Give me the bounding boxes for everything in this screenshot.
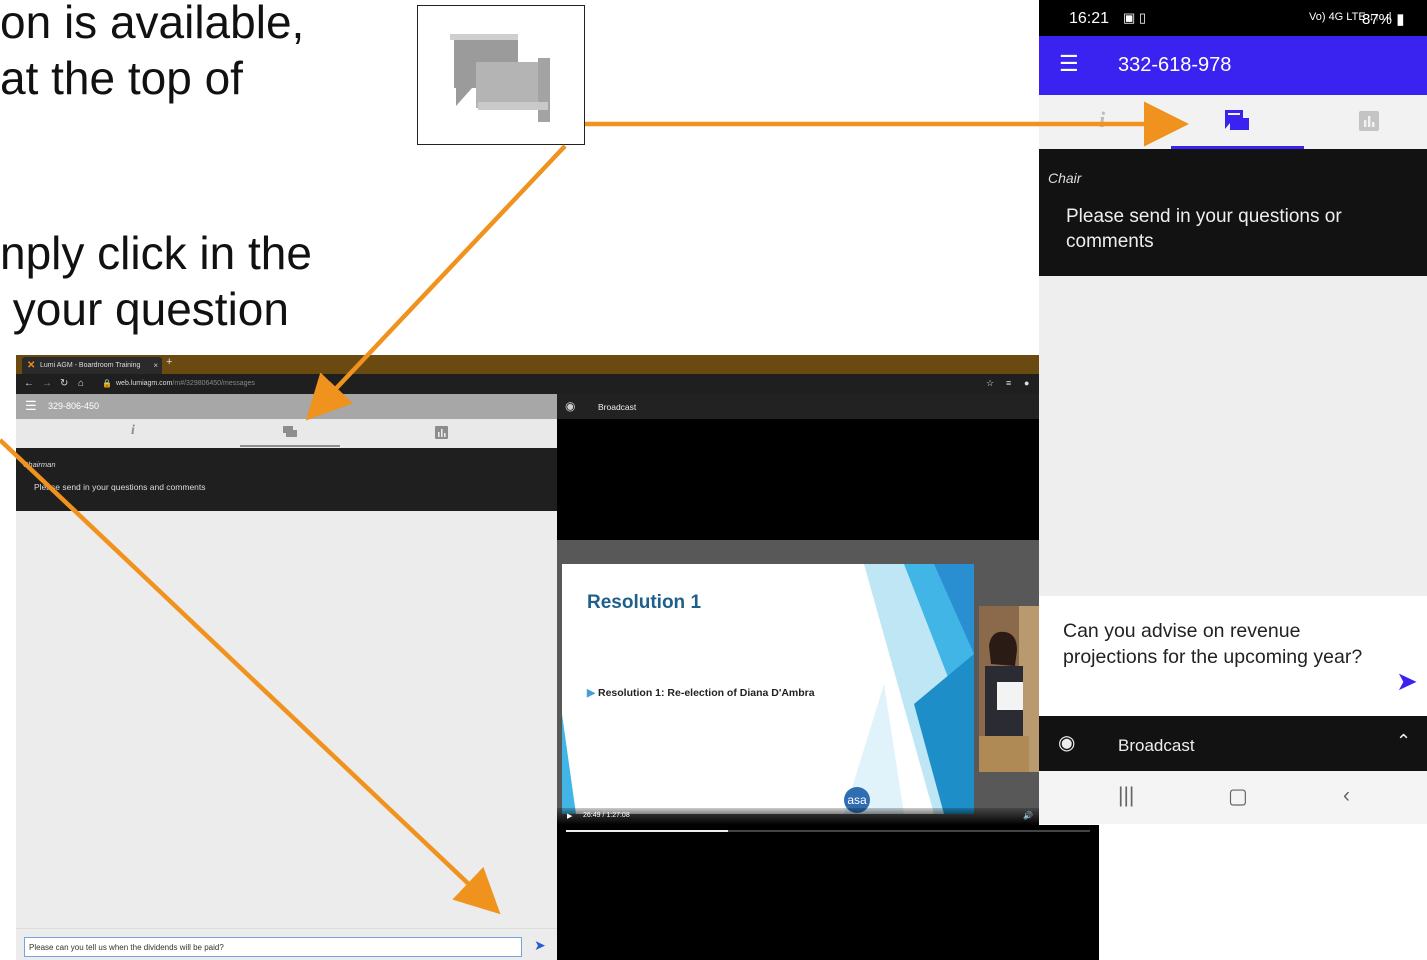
messaging-icon: [450, 34, 550, 122]
poll-chart-icon[interactable]: [435, 426, 448, 439]
battery-indicator: 87% ▮: [1362, 11, 1405, 28]
back-arrow-icon[interactable]: ←: [24, 377, 34, 391]
phone-app-bar: ☰ 332-618-978: [1039, 36, 1427, 95]
info-icon[interactable]: i: [1099, 107, 1105, 133]
video-time: 26:49 / 1:27:08: [583, 812, 630, 819]
meeting-id: 329-806-450: [48, 401, 100, 411]
video-progress-track[interactable]: [566, 830, 1090, 832]
forward-arrow-icon[interactable]: →: [42, 377, 52, 391]
instruction-line: at the top of: [0, 52, 243, 105]
instruction-text-top: on is available, at the top of: [0, 0, 304, 106]
video-progress-fill: [566, 830, 729, 832]
chair-message: Chairman Please send in your questions a…: [16, 448, 557, 511]
profile-avatar-icon[interactable]: ●: [1024, 378, 1029, 388]
recent-apps-icon[interactable]: |||: [1118, 784, 1134, 808]
speaker-figure: [979, 606, 1039, 772]
compose-bar: ➤: [16, 928, 557, 960]
chevron-up-icon[interactable]: ⌃: [1396, 731, 1411, 752]
android-nav-bar: ||| ▢ ‹: [1039, 771, 1427, 824]
messages-area: [16, 511, 557, 928]
home-button-icon[interactable]: ▢: [1228, 784, 1248, 809]
phone-tab-bar: i: [1039, 95, 1427, 149]
instruction-line: nply click in the: [0, 227, 312, 279]
send-arrow-icon[interactable]: ➤: [1396, 666, 1418, 697]
reading-list-icon[interactable]: ≡: [1006, 378, 1011, 388]
info-icon[interactable]: i: [131, 423, 135, 439]
instruction-line: on is available,: [0, 0, 305, 48]
message-text: Please send in your questions and commen…: [34, 482, 206, 492]
stage: on is available, at the top of nply clic…: [0, 0, 1427, 960]
url-field[interactable]: web.lumiagm.com/m#/329806450/messages: [116, 378, 255, 390]
slide-decoration-left: [562, 714, 576, 814]
video-controls: ▶ 26:49 / 1:27:08 🔊: [557, 808, 1039, 825]
compose-area: Can you advise on revenue projections fo…: [1039, 596, 1427, 716]
instruction-text-bottom: nply click in the your question: [0, 225, 312, 337]
browser-tab-bar: ✕ Lumi AGM - Boardroom Training × +: [16, 355, 1039, 374]
instruction-line: your question: [0, 283, 289, 336]
broadcast-icon: ◉: [1058, 732, 1076, 754]
broadcast-header[interactable]: ◉ Broadcast: [557, 394, 1039, 419]
status-time: 16:21: [1069, 10, 1110, 27]
message-sender: Chair: [1048, 170, 1082, 186]
browser-tab-title: Lumi AGM - Boardroom Training: [40, 362, 141, 369]
video-player[interactable]: Resolution 1 ▶ Resolution 1: Re-election…: [557, 540, 1039, 825]
meeting-id: 332-618-978: [1118, 54, 1232, 76]
messaging-icon[interactable]: [1225, 110, 1249, 132]
slide-decoration: [844, 564, 974, 814]
back-chevron-icon[interactable]: ‹: [1343, 784, 1350, 808]
zoomed-messaging-icon-callout: [417, 5, 585, 145]
presentation-slide: Resolution 1 ▶ Resolution 1: Re-election…: [562, 564, 974, 814]
phone-screenshot: 16:21 ▣ ▯ Vo) 4G LTE ↓↑ .ıl 87% ▮ ☰ 332-…: [1039, 0, 1427, 824]
slide-bullet: ▶ Resolution 1: Re-election of Diana D'A…: [587, 687, 815, 699]
messages-area: [1039, 276, 1427, 596]
lock-icon: 🔒: [102, 379, 112, 388]
battery-level: 87%: [1362, 11, 1393, 28]
broadcast-label: Broadcast: [598, 402, 637, 412]
reload-icon[interactable]: ↻: [60, 377, 68, 391]
bullet-arrow-icon: ▶: [587, 687, 598, 699]
url-path: /m#/329806450/messages: [172, 380, 255, 387]
message-sender: Chairman: [23, 460, 56, 469]
home-icon[interactable]: ⌂: [78, 377, 84, 391]
status-bar: 16:21 ▣ ▯ Vo) 4G LTE ↓↑ .ıl 87% ▮: [1039, 0, 1427, 36]
hamburger-menu-icon[interactable]: ☰: [1059, 51, 1079, 77]
send-arrow-icon[interactable]: ➤: [534, 937, 546, 954]
question-input[interactable]: Can you advise on revenue projections fo…: [1063, 618, 1373, 670]
address-bar: ← → ↻ ⌂ 🔒 web.lumiagm.com/m#/329806450/m…: [16, 374, 1039, 394]
broadcast-bar[interactable]: ◉ Broadcast ⌃: [1039, 716, 1427, 771]
browser-tab[interactable]: ✕ Lumi AGM - Boardroom Training ×: [22, 357, 162, 374]
lumi-app-header: ☰ 329-806-450: [16, 394, 557, 419]
bookmark-star-icon[interactable]: ☆: [986, 378, 994, 389]
close-tab-icon[interactable]: ×: [153, 357, 158, 374]
chair-message: Chair Please send in your questions or c…: [1039, 149, 1427, 276]
speaker-video: [979, 606, 1039, 772]
broadcast-icon: ◉: [565, 399, 576, 413]
poll-chart-icon[interactable]: [1359, 111, 1379, 131]
broadcast-label: Broadcast: [1118, 736, 1195, 755]
video-below-area: [557, 825, 1099, 960]
lumi-logo-icon: ✕: [27, 360, 36, 371]
slide-title: Resolution 1: [587, 592, 702, 613]
message-text: Please send in your questions or comment…: [1066, 206, 1342, 252]
url-host: web.lumiagm.com: [116, 380, 173, 387]
lumi-tab-bar: i: [16, 419, 557, 448]
hamburger-menu-icon[interactable]: ☰: [25, 398, 37, 414]
volume-icon[interactable]: 🔊: [1023, 811, 1033, 820]
notification-icons: ▣ ▯: [1123, 10, 1147, 25]
active-tab-indicator: [240, 445, 340, 447]
slide-bullet-text: Resolution 1: Re-election of Diana D'Amb…: [598, 687, 815, 699]
new-tab-button[interactable]: +: [166, 356, 172, 368]
question-input[interactable]: [24, 937, 522, 957]
messaging-icon[interactable]: [283, 426, 297, 438]
play-icon[interactable]: ▶: [567, 812, 572, 820]
